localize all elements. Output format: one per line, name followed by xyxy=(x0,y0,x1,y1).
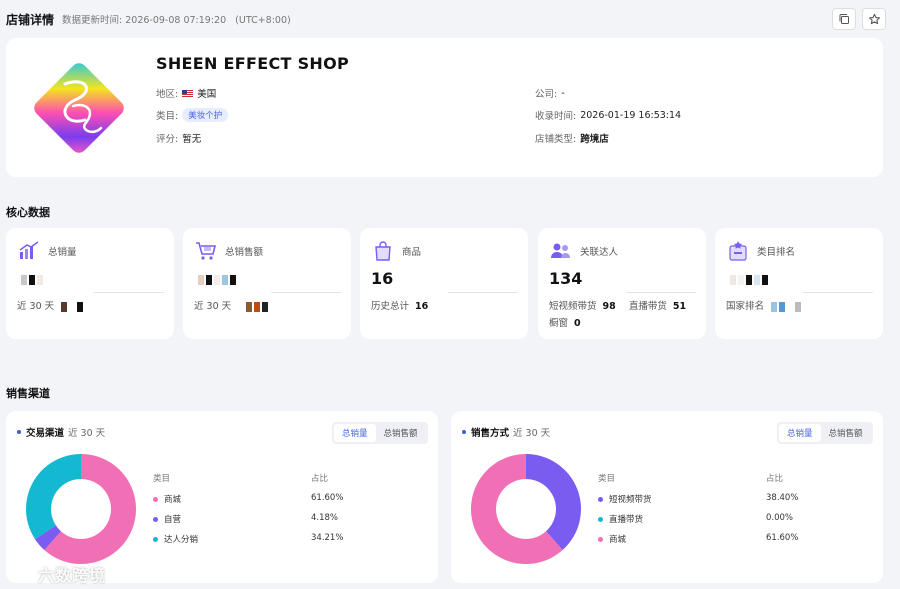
donut-slice[interactable] xyxy=(526,454,581,551)
favorite-button[interactable] xyxy=(862,8,886,30)
legend-item[interactable]: 商城 xyxy=(153,493,181,505)
tab-total-sales[interactable]: 总销量 xyxy=(779,424,821,442)
stat-card-category-rank[interactable]: 类目排名 国家排名 xyxy=(715,228,883,339)
shopping-bag-icon xyxy=(370,238,396,264)
masked-value xyxy=(61,301,84,312)
category-row: 类目: 美妆个护 xyxy=(156,108,229,122)
update-time: 数据更新时间: 2026-09-08 07:19:20 (UTC+8:00) xyxy=(62,15,291,26)
copy-icon xyxy=(839,14,849,24)
page-header: 店铺详情 数据更新时间: 2026-09-08 07:19:20 (UTC+8:… xyxy=(6,8,886,30)
tab-total-revenue[interactable]: 总销售额 xyxy=(376,424,426,442)
page-title: 店铺详情 xyxy=(6,12,55,27)
donut-slice[interactable] xyxy=(26,454,81,540)
legend-item[interactable]: 商城 xyxy=(598,533,626,545)
users-icon xyxy=(548,238,574,264)
shop-logo-image xyxy=(34,63,124,153)
watermark: 六数跨境 xyxy=(8,562,106,586)
shop-logo xyxy=(22,52,136,164)
masked-value xyxy=(246,301,269,312)
stat-card-influencers[interactable]: 关联达人 134 短视频带货 98 直播带货 51 橱窗 0 xyxy=(538,228,706,339)
category-tag[interactable]: 美妆个护 xyxy=(182,108,229,122)
legend-item[interactable]: 自营 xyxy=(153,513,181,525)
legend-item[interactable]: 短视频带货 xyxy=(598,493,652,505)
stat-value-hidden xyxy=(194,269,236,288)
tab-total-sales[interactable]: 总销量 xyxy=(334,424,376,442)
trade-channel-card: 交易渠道 近 30 天 总销量 总销售额 类目 占比 商城 61.60% 自营 … xyxy=(6,411,438,583)
metric-toggle: 总销量 总销售额 xyxy=(332,422,428,444)
stat-value: 134 xyxy=(549,269,583,288)
company-row: 公司: - xyxy=(535,87,565,101)
stat-value-hidden xyxy=(726,269,768,288)
stat-value-hidden xyxy=(17,269,43,288)
cart-icon xyxy=(193,238,219,264)
watermark-logo-icon xyxy=(8,567,32,581)
region-row: 地区: 美国 xyxy=(156,89,217,100)
rating-row: 评分: 暂无 xyxy=(156,134,202,145)
shop-name: SHEEN EFFECT SHOP xyxy=(156,54,350,73)
sales-method-card: 销售方式 近 30 天 总销量 总销售额 类目 占比 短视频带货 38.40% … xyxy=(451,411,883,583)
tab-total-revenue[interactable]: 总销售额 xyxy=(821,424,871,442)
legend-item[interactable]: 达人分销 xyxy=(153,533,198,545)
header-actions xyxy=(832,8,886,30)
sales-channel-title: 销售渠道 xyxy=(6,387,50,400)
masked-value xyxy=(771,301,802,312)
trade-channel-donut[interactable] xyxy=(24,452,138,566)
legend-item[interactable]: 直播带货 xyxy=(598,513,643,525)
bar-chart-icon xyxy=(16,238,42,264)
ranking-icon xyxy=(725,238,751,264)
stat-card-total-revenue[interactable]: 总销售额 近 30 天 xyxy=(183,228,351,339)
star-icon xyxy=(868,13,880,24)
stat-card-total-sales[interactable]: 总销量 近 30 天 xyxy=(6,228,174,339)
sales-method-donut[interactable] xyxy=(469,452,583,566)
copy-button[interactable] xyxy=(832,8,856,30)
shop-type-row: 店铺类型: 跨境店 xyxy=(535,134,609,145)
stat-card-products[interactable]: 商品 16 历史总计 16 xyxy=(360,228,528,339)
stat-value: 16 xyxy=(371,269,394,288)
metric-toggle: 总销量 总销售额 xyxy=(777,422,873,444)
core-data-title: 核心数据 xyxy=(6,206,50,219)
us-flag-icon xyxy=(182,89,194,97)
shop-info-card: SHEEN EFFECT SHOP 地区: 美国 类目: 美妆个护 评分: 暂无… xyxy=(6,38,883,177)
collected-time-row: 收录时间: 2026-01-19 16:53:14 xyxy=(535,109,682,123)
